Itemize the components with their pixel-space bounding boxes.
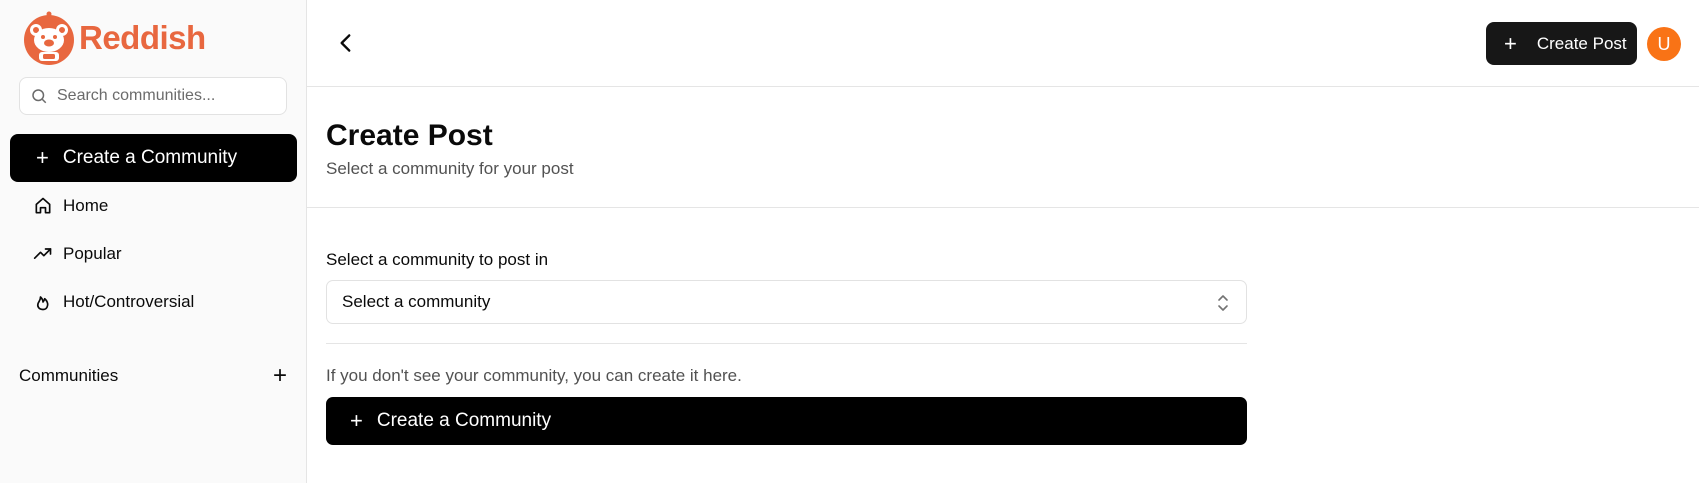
nav-item-popular[interactable]: Popular bbox=[33, 244, 122, 264]
plus-icon: + bbox=[350, 408, 363, 433]
back-arrow-icon[interactable] bbox=[333, 30, 359, 56]
avatar[interactable]: U bbox=[1647, 27, 1681, 61]
divider bbox=[326, 343, 1247, 344]
plus-icon: + bbox=[36, 145, 49, 170]
community-select-value: Select a community bbox=[342, 292, 491, 311]
communities-header: Communities + bbox=[19, 364, 287, 388]
add-community-icon[interactable]: + bbox=[273, 364, 287, 388]
chevrons-up-down-icon bbox=[1218, 295, 1228, 311]
create-community-hint: If you don't see your community, you can… bbox=[326, 366, 742, 385]
create-post-button[interactable]: + Create Post bbox=[1486, 22, 1637, 65]
nav-label-home: Home bbox=[63, 196, 109, 215]
search-box[interactable] bbox=[19, 77, 287, 115]
create-post-label: Create Post bbox=[1536, 33, 1627, 53]
logo[interactable]: Reddish bbox=[21, 10, 206, 66]
sidebar: Reddish + Create a Community Home Popula… bbox=[0, 0, 307, 483]
create-community-label: Create a Community bbox=[62, 147, 238, 168]
search-icon bbox=[32, 89, 47, 104]
trending-up-icon bbox=[33, 248, 52, 259]
plus-icon: + bbox=[1504, 30, 1517, 56]
nav-item-home[interactable]: Home bbox=[33, 196, 108, 216]
bear-logo-icon bbox=[24, 11, 74, 65]
logo-text: Reddish bbox=[79, 19, 206, 56]
topbar: + Create Post U bbox=[307, 0, 1699, 87]
search-input[interactable] bbox=[57, 87, 277, 105]
community-select-label: Select a community to post in bbox=[326, 250, 549, 269]
create-community-button[interactable]: + Create a Community bbox=[10, 134, 297, 182]
flame-icon bbox=[36, 296, 49, 311]
nav-label-hot: Hot/Controversial bbox=[63, 292, 195, 311]
nav-item-hot[interactable]: Hot/Controversial bbox=[33, 292, 194, 312]
nav-label-popular: Popular bbox=[63, 244, 122, 263]
community-select[interactable]: Select a community bbox=[326, 280, 1247, 324]
home-icon bbox=[35, 197, 51, 214]
create-community-main-label: Create a Community bbox=[376, 410, 552, 431]
main-content: + Create Post U Create Post Select a com… bbox=[307, 0, 1699, 483]
create-community-main-button[interactable]: + Create a Community bbox=[326, 397, 1247, 445]
page-subtitle: Select a community for your post bbox=[326, 159, 574, 178]
page-header: Create Post Select a community for your … bbox=[307, 87, 1699, 208]
page-title: Create Post bbox=[326, 119, 493, 152]
communities-label: Communities bbox=[19, 366, 119, 385]
app-root: Reddish + Create a Community Home Popula… bbox=[0, 0, 1699, 483]
